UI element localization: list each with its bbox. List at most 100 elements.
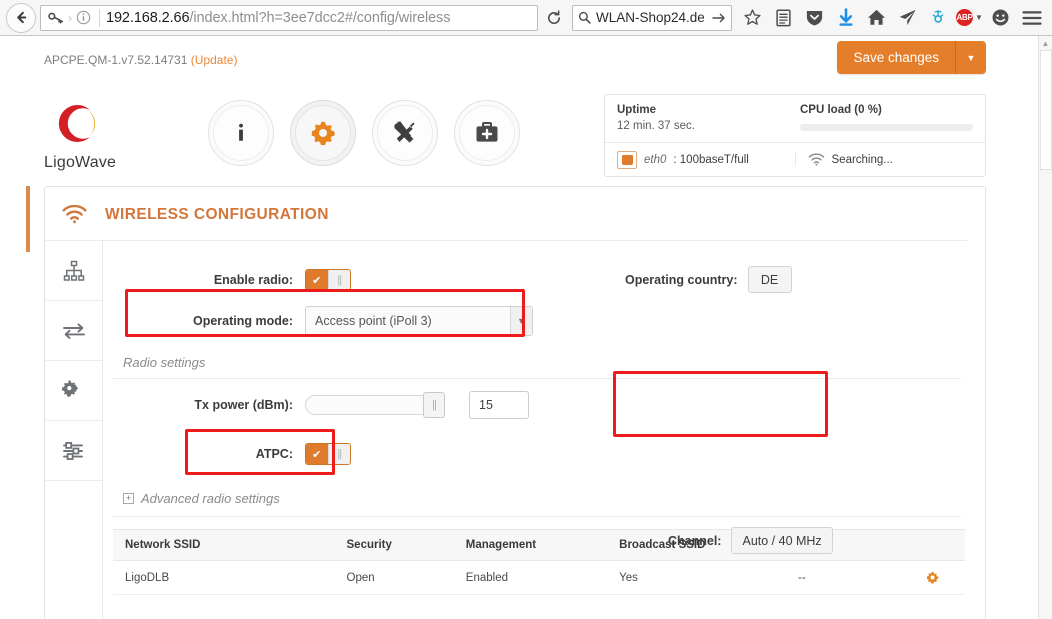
- wireless-status-text: Searching...: [831, 153, 893, 166]
- send-paper-plane-icon[interactable]: [893, 4, 922, 32]
- card-title-bar: WIRELESS CONFIGURATION: [26, 186, 967, 252]
- sidebar-item-system[interactable]: [45, 421, 102, 481]
- reader-list-icon[interactable]: [769, 4, 798, 32]
- brand-name: LigoWave: [44, 154, 117, 171]
- column-header-security: Security: [334, 529, 454, 561]
- browser-toolbar: › 192.168.2.66/index.html?h=3ee7dcc2#/co…: [0, 0, 1052, 36]
- sidebar-item-network[interactable]: [45, 241, 102, 301]
- cpu-load-bar: [800, 124, 973, 131]
- firmware-version-text: APCPE.QM-1.v7.52.14731: [44, 53, 188, 67]
- column-header-network-ssid: Network SSID: [113, 529, 335, 561]
- gears-icon: [61, 380, 79, 397]
- operating-mode-select[interactable]: Access point (iPoll 3) ▼: [305, 306, 533, 336]
- url-text: 192.168.2.66/index.html?h=3ee7dcc2#/conf…: [106, 10, 533, 26]
- card-accent-bar: [26, 186, 30, 252]
- status-bottom-row: eth0: 100baseT/full Searching...: [605, 142, 985, 176]
- tracking-protection-icon[interactable]: [924, 4, 953, 32]
- info-circle-icon[interactable]: [73, 8, 93, 28]
- operating-mode-value: Access point (iPoll 3): [315, 314, 432, 328]
- scroll-up-arrow-icon[interactable]: ▲: [1039, 36, 1052, 50]
- chevron-down-icon[interactable]: ▼: [975, 13, 983, 22]
- ssid-table: Network SSID Security Management Broadca…: [113, 529, 965, 595]
- toggle-grip-icon: ||: [327, 270, 350, 290]
- cpu-load-label: CPU load (0 %): [800, 104, 882, 116]
- tx-power-input[interactable]: 15: [469, 391, 529, 419]
- advanced-radio-settings-toggle[interactable]: + Advanced radio settings: [113, 483, 961, 517]
- save-changes-group: Save changes ▼: [837, 41, 986, 74]
- url-host: 192.168.2.66: [106, 9, 190, 26]
- search-bar[interactable]: WLAN-Shop24.de: [572, 4, 732, 31]
- operating-country-label: Operating country:: [625, 272, 738, 287]
- feedback-smiley-icon[interactable]: [986, 4, 1015, 32]
- table-header-row: Network SSID Security Management Broadca…: [113, 529, 965, 561]
- tools-icon: [393, 120, 415, 143]
- column-header-actions: [913, 529, 965, 561]
- save-changes-button[interactable]: Save changes: [837, 41, 956, 74]
- cell-broadcast-ssid: Yes: [607, 560, 787, 595]
- url-bar[interactable]: › 192.168.2.66/index.html?h=3ee7dcc2#/co…: [40, 4, 538, 31]
- tx-power-slider-handle[interactable]: ||: [423, 392, 445, 418]
- firmware-update-link[interactable]: (Update): [191, 53, 238, 67]
- header-row: LigoWave Uptime 12 min. 37 sec. CPU load…: [0, 84, 1038, 182]
- star-icon[interactable]: [738, 4, 767, 32]
- adblock-badge-label: ABP: [956, 9, 974, 26]
- home-icon[interactable]: [862, 4, 891, 32]
- enable-radio-toggle[interactable]: ✔ ||: [305, 269, 351, 291]
- atpc-row: ATPC: ✔ ||: [113, 431, 965, 477]
- channel-button[interactable]: Auto / 40 MHz: [731, 527, 833, 554]
- advanced-radio-settings-label: Advanced radio settings: [141, 491, 280, 506]
- uptime-value: 12 min. 37 sec.: [617, 120, 695, 132]
- operating-mode-label: Operating mode:: [192, 314, 293, 328]
- ethernet-status: eth0: 100baseT/full: [605, 150, 795, 169]
- cell-vlan: --: [786, 560, 914, 595]
- reload-button[interactable]: [540, 5, 568, 31]
- tx-power-row: Tx power (dBm): || 15 Channel: Auto / 40…: [113, 379, 965, 554]
- sidebar-item-traffic[interactable]: [45, 301, 102, 361]
- download-arrow-icon[interactable]: [831, 4, 860, 32]
- search-icon: [578, 11, 591, 24]
- enable-radio-label: Enable radio:: [213, 273, 293, 287]
- nav-item-support[interactable]: [454, 100, 520, 166]
- nav-item-information[interactable]: [208, 100, 274, 166]
- operating-mode-row: Operating mode: Access point (iPoll 3) ▼: [113, 297, 965, 345]
- nav-item-configuration[interactable]: [290, 100, 356, 166]
- tx-power-slider[interactable]: ||: [305, 392, 445, 418]
- channel-group: Channel: Auto / 40 MHz: [668, 527, 833, 554]
- exchange-arrows-icon: [62, 322, 85, 339]
- ethernet-port-icon: [617, 150, 637, 169]
- toolbar-icons: ABP ▼: [738, 4, 1046, 32]
- atpc-toggle[interactable]: ✔ ||: [305, 443, 351, 465]
- key-icon: [45, 11, 67, 25]
- page-title: WIRELESS CONFIGURATION: [105, 205, 329, 223]
- page-scrollbar[interactable]: ▲: [1038, 36, 1052, 619]
- top-bar: APCPE.QM-1.v7.52.14731 (Update) Save cha…: [0, 36, 1038, 84]
- card-body: Enable radio: ✔ || Operating country: DE…: [45, 241, 985, 619]
- uptime-label: Uptime: [617, 104, 656, 116]
- nav-item-tools[interactable]: [372, 100, 438, 166]
- scrollbar-thumb[interactable]: [1040, 50, 1052, 170]
- sidebar-item-services[interactable]: [45, 361, 102, 421]
- search-input[interactable]: WLAN-Shop24.de: [596, 10, 707, 25]
- expand-plus-icon: +: [123, 493, 134, 504]
- save-changes-dropdown-icon[interactable]: ▼: [956, 41, 986, 74]
- chevron-down-icon[interactable]: ▼: [510, 307, 532, 335]
- cell-actions[interactable]: [913, 560, 965, 595]
- ligowave-mark-icon: [58, 105, 96, 142]
- wifi-signal-icon: [808, 153, 825, 166]
- url-divider: [99, 8, 100, 27]
- pocket-shield-icon[interactable]: [800, 4, 829, 32]
- toggle-grip-icon: ||: [327, 444, 350, 464]
- hamburger-menu-icon[interactable]: [1017, 4, 1046, 32]
- enable-radio-row: Enable radio: ✔ || Operating country: DE: [113, 263, 965, 297]
- cell-management: Enabled: [453, 560, 608, 595]
- adblock-plus-icon[interactable]: ABP ▼: [955, 4, 984, 32]
- config-sidebar: [45, 241, 103, 619]
- url-path: /index.html?h=3ee7dcc2#/config/wireless: [189, 9, 451, 26]
- ethernet-value: : 100baseT/full: [673, 153, 749, 166]
- cell-network-ssid[interactable]: LigoDLB: [113, 560, 335, 595]
- back-button[interactable]: [6, 2, 36, 33]
- go-arrow-icon[interactable]: [712, 12, 726, 24]
- operating-country-button[interactable]: DE: [747, 266, 792, 293]
- table-row[interactable]: LigoDLB Open Enabled Yes --: [113, 560, 965, 595]
- info-icon: [239, 123, 243, 141]
